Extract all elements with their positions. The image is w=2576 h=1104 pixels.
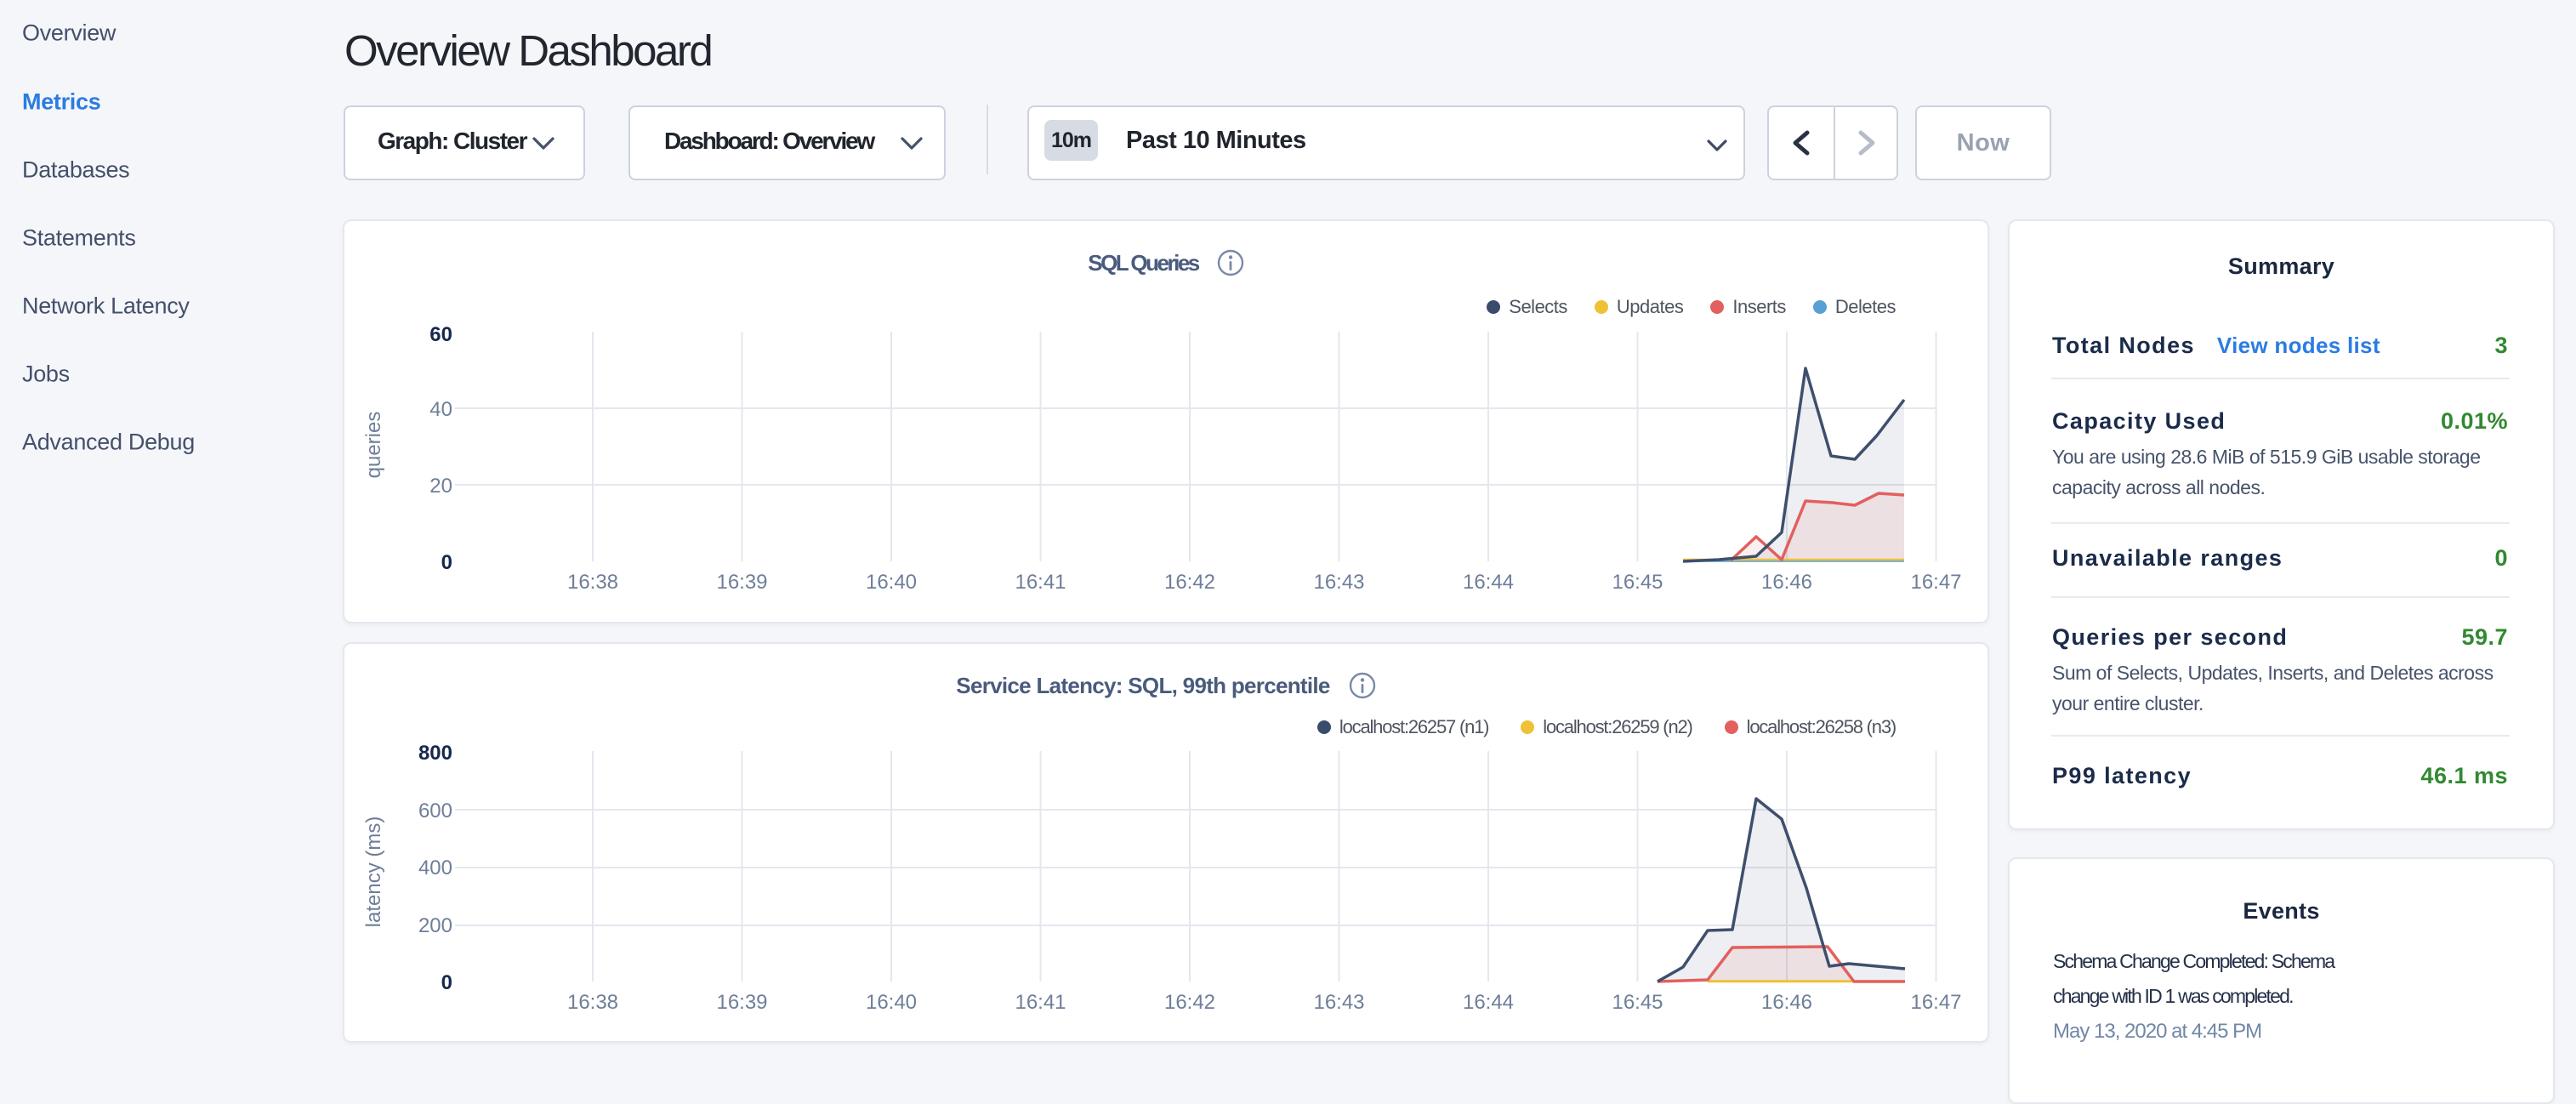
svg-text:16:44: 16:44 [1463, 991, 1514, 1014]
svg-text:60: 60 [429, 323, 452, 346]
svg-text:16:43: 16:43 [1313, 991, 1364, 1014]
svg-text:latency (ms): latency (ms) [362, 817, 385, 928]
svg-text:16:45: 16:45 [1612, 571, 1663, 594]
svg-text:0: 0 [441, 551, 452, 574]
svg-text:16:47: 16:47 [1910, 571, 1961, 594]
svg-text:16:46: 16:46 [1761, 571, 1812, 594]
svg-text:16:40: 16:40 [866, 571, 917, 594]
svg-text:16:44: 16:44 [1463, 571, 1514, 594]
svg-text:16:43: 16:43 [1313, 571, 1364, 594]
svg-text:16:42: 16:42 [1164, 571, 1215, 594]
svg-text:16:38: 16:38 [567, 571, 618, 594]
svg-text:16:39: 16:39 [716, 571, 767, 594]
svg-text:16:47: 16:47 [1910, 991, 1961, 1014]
svg-text:0: 0 [441, 971, 452, 994]
svg-text:queries: queries [362, 412, 385, 479]
svg-text:800: 800 [418, 742, 452, 765]
svg-text:16:46: 16:46 [1761, 991, 1812, 1014]
svg-text:200: 200 [418, 914, 452, 937]
svg-text:16:39: 16:39 [716, 991, 767, 1014]
svg-text:16:45: 16:45 [1612, 991, 1663, 1014]
svg-text:16:42: 16:42 [1164, 991, 1215, 1014]
svg-text:16:40: 16:40 [866, 991, 917, 1014]
svg-text:16:41: 16:41 [1015, 571, 1066, 594]
svg-text:20: 20 [429, 475, 452, 498]
svg-text:600: 600 [418, 800, 452, 822]
svg-text:40: 40 [429, 398, 452, 421]
svg-text:16:41: 16:41 [1015, 991, 1066, 1014]
svg-text:16:38: 16:38 [567, 991, 618, 1014]
svg-text:400: 400 [418, 856, 452, 879]
